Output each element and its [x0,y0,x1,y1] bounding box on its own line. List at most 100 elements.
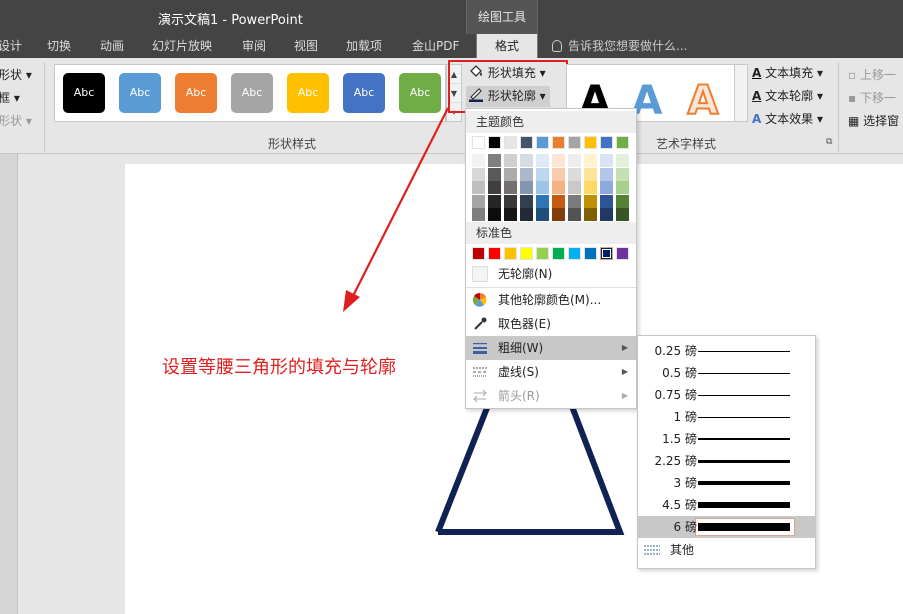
line-weight-sample [698,502,790,508]
theme-color-swatch[interactable] [504,136,517,149]
theme-shade-swatch[interactable] [616,208,629,221]
theme-color-swatch[interactable] [520,136,533,149]
dashes-item[interactable]: 虚线(S) ▶ [466,360,636,384]
theme-shade-swatch[interactable] [488,154,501,167]
more-outline-colors-item[interactable]: 其他轮廓颜色(M)... [466,288,636,312]
line-weight-sample [698,523,790,531]
line-weight-sample [698,438,790,440]
standard-color-swatch[interactable] [488,247,501,260]
theme-shade-swatch[interactable] [600,208,613,221]
line-weight-option[interactable]: 0.75 磅 [638,384,815,406]
theme-shade-swatch[interactable] [520,181,533,194]
theme-shade-swatch[interactable] [568,181,581,194]
theme-shade-swatch[interactable] [504,154,517,167]
theme-color-swatch[interactable] [584,136,597,149]
eyedropper-item[interactable]: 取色器(E) [466,312,636,336]
theme-color-swatch[interactable] [616,136,629,149]
theme-shade-swatch[interactable] [472,154,485,167]
theme-shade-swatch[interactable] [600,194,613,208]
standard-colors-row [470,247,634,261]
standard-color-swatch[interactable] [616,247,629,260]
theme-shade-swatch[interactable] [536,208,549,221]
arrows-item[interactable]: 箭头(R) ▶ [466,384,636,408]
theme-shade-swatch[interactable] [552,167,565,181]
theme-shade-swatch[interactable] [536,181,549,194]
theme-shade-swatch[interactable] [584,167,597,181]
standard-color-swatch[interactable] [600,247,613,260]
theme-color-swatch[interactable] [600,136,613,149]
theme-color-swatch[interactable] [552,136,565,149]
dash-lines-icon [473,367,487,377]
more-lines-icon [644,545,660,555]
theme-shade-swatch[interactable] [584,208,597,221]
theme-shade-swatch[interactable] [568,167,581,181]
theme-shade-swatch[interactable] [504,181,517,194]
theme-shade-swatch[interactable] [536,154,549,167]
theme-shade-swatch[interactable] [600,154,613,167]
theme-shade-swatch[interactable] [536,194,549,208]
theme-shade-swatch[interactable] [568,154,581,167]
line-weight-label: 2.25 磅 [654,454,697,468]
theme-shade-swatch[interactable] [616,154,629,167]
theme-shade-swatch[interactable] [488,208,501,221]
theme-shade-swatch[interactable] [504,208,517,221]
theme-shade-swatch[interactable] [616,181,629,194]
theme-shade-swatch[interactable] [520,194,533,208]
theme-shade-swatch[interactable] [600,181,613,194]
no-outline-icon [472,266,488,282]
theme-color-swatch[interactable] [472,136,485,149]
theme-shade-swatch[interactable] [520,208,533,221]
line-weight-option[interactable]: 6 磅 [638,516,815,538]
standard-color-swatch[interactable] [520,247,533,260]
line-weight-option[interactable]: 1 磅 [638,406,815,428]
line-weight-sample [698,394,790,396]
theme-shade-swatch[interactable] [616,194,629,208]
line-weight-option[interactable]: 2.25 磅 [638,450,815,472]
theme-shade-swatch[interactable] [552,194,565,208]
theme-color-swatch[interactable] [568,136,581,149]
line-weight-option[interactable]: 4.5 磅 [638,494,815,516]
weight-item[interactable]: 粗细(W) ▶ [466,336,636,360]
standard-color-swatch[interactable] [536,247,549,260]
theme-color-swatch[interactable] [536,136,549,149]
line-weight-label: 6 磅 [673,520,697,534]
standard-color-swatch[interactable] [552,247,565,260]
standard-color-swatch[interactable] [568,247,581,260]
line-weight-option[interactable]: 1.5 磅 [638,428,815,450]
theme-shade-swatch[interactable] [536,167,549,181]
more-weights-item[interactable]: 其他 [638,538,815,562]
theme-shade-swatch[interactable] [488,194,501,208]
slide-caption: 设置等腰三角形的填充与轮廓 [162,357,396,378]
theme-shade-swatch[interactable] [552,154,565,167]
standard-color-swatch[interactable] [584,247,597,260]
theme-colors-row [470,136,634,150]
theme-shade-swatch[interactable] [472,194,485,208]
no-outline-item[interactable]: 无轮廓(N) [466,262,636,286]
theme-shade-swatch[interactable] [584,194,597,208]
annotation-arrow [351,107,449,299]
more-outline-colors-label: 其他轮廓颜色(M)... [498,293,602,307]
theme-shade-swatch[interactable] [616,167,629,181]
theme-shade-swatch[interactable] [472,208,485,221]
theme-color-swatch[interactable] [488,136,501,149]
line-weight-option[interactable]: 0.25 磅 [638,340,815,362]
theme-shade-swatch[interactable] [552,181,565,194]
theme-shade-swatch[interactable] [472,181,485,194]
theme-shade-swatch[interactable] [600,167,613,181]
line-weight-option[interactable]: 3 磅 [638,472,815,494]
standard-color-swatch[interactable] [504,247,517,260]
theme-shade-swatch[interactable] [584,154,597,167]
line-weight-option[interactable]: 0.5 磅 [638,362,815,384]
standard-color-swatch[interactable] [472,247,485,260]
theme-shade-swatch[interactable] [568,194,581,208]
theme-shade-swatch[interactable] [504,167,517,181]
theme-shade-swatch[interactable] [472,167,485,181]
theme-shade-swatch[interactable] [488,181,501,194]
theme-shade-swatch[interactable] [520,167,533,181]
theme-shade-swatch[interactable] [504,194,517,208]
theme-shade-swatch[interactable] [584,181,597,194]
theme-shade-swatch[interactable] [488,167,501,181]
theme-shade-swatch[interactable] [520,154,533,167]
theme-shade-swatch[interactable] [552,208,565,221]
theme-shade-swatch[interactable] [568,208,581,221]
